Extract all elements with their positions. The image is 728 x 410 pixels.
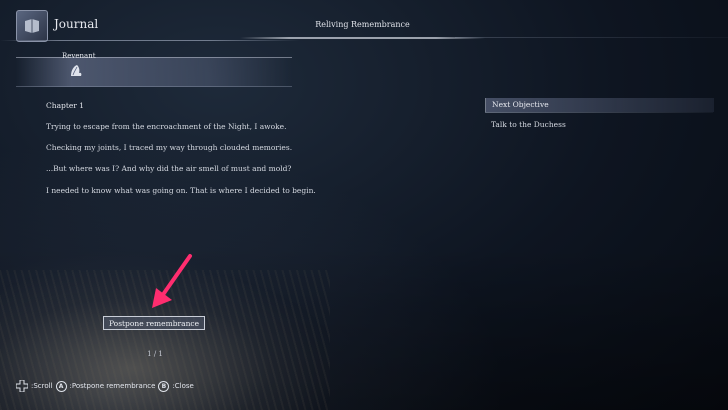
section-title-underline [240,37,485,39]
a-button-icon[interactable]: A [55,380,67,392]
objective-header: Next Objective [485,98,714,112]
controls-footer: :Scroll A :Postpone remembrance B :Close [16,379,194,393]
character-name: Revenant [62,52,96,60]
page-indicator: 1 / 1 [147,350,163,358]
scroll-hint: :Scroll [31,382,53,390]
chapter-heading: Chapter 1 [46,101,85,110]
postpone-hint: :Postpone remembrance [69,382,156,390]
character-banner [16,57,292,87]
journal-title: Journal [54,17,99,31]
header-divider [0,40,300,41]
annotation-arrow-icon [152,254,192,308]
objective-item: Talk to the Duchess [491,120,566,129]
entry-paragraph: ...But where was I? And why did the air … [46,164,292,173]
postpone-remembrance-button[interactable]: Postpone remembrance [103,316,205,330]
entry-paragraph: Checking my joints, I traced my way thro… [46,143,293,152]
objective-divider [485,112,713,113]
objective-header-label: Next Objective [492,100,549,109]
section-title: Reliving Remembrance [315,20,410,29]
character-emblem-icon [71,65,82,76]
b-button-icon[interactable]: B [158,380,170,392]
entry-paragraph: I needed to know what was going on. That… [46,186,316,195]
entry-paragraph: Trying to escape from the encroachment o… [46,122,287,131]
close-hint: :Close [172,382,194,390]
dpad-icon [16,380,28,392]
journal-icon [16,10,48,42]
top-right-divider [455,37,728,38]
